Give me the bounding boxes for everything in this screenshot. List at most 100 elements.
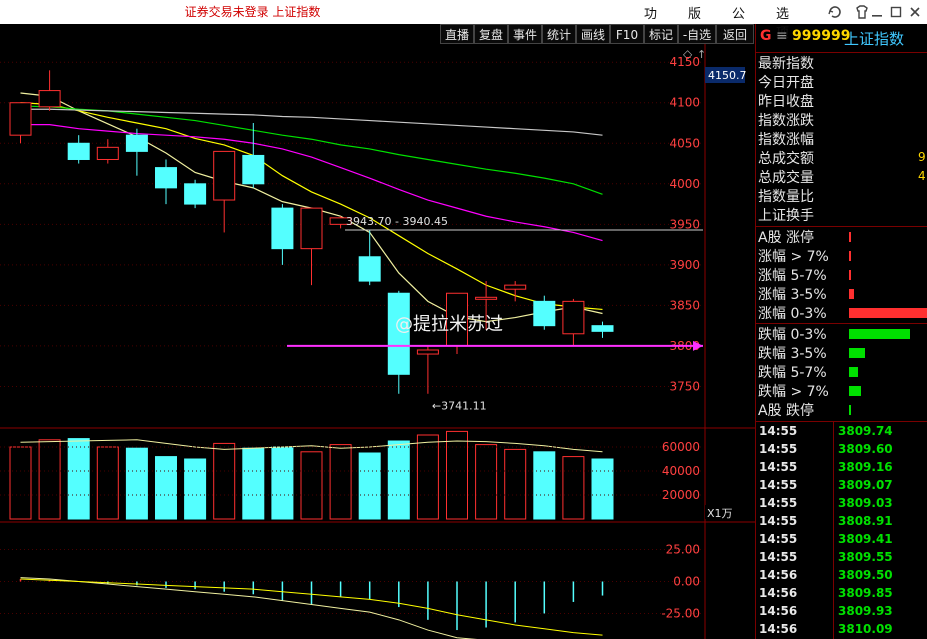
tick-price: 3808.91	[838, 514, 893, 528]
tick-price: 3809.50	[838, 568, 893, 582]
flag-g: G	[760, 28, 772, 44]
label-up-5-7: 涨幅 5-7%	[758, 268, 827, 284]
up-5-7-bar	[849, 270, 851, 280]
tick-time: 14:55	[759, 460, 798, 474]
price-tick-label: 4000	[669, 177, 700, 191]
label-up-gt7: 涨幅 > 7%	[758, 249, 829, 265]
price-tick-label: 4100	[669, 96, 700, 110]
volume-bar	[213, 442, 236, 520]
menu-glyph-icon[interactable]: ≡	[776, 28, 788, 44]
down-5-7-bar	[849, 367, 858, 377]
candle-body	[38, 90, 61, 108]
candle-body	[562, 300, 585, 335]
volume-bar	[591, 458, 614, 520]
limit-down-bar	[849, 405, 851, 415]
toolbar-replay-button[interactable]: 复盘	[474, 24, 508, 44]
volume-bar	[358, 452, 381, 520]
maximize-icon[interactable]	[887, 3, 905, 21]
label-change: 指数涨跌	[758, 113, 814, 129]
up-3-5-bar	[849, 289, 854, 299]
candle-body	[533, 300, 556, 327]
tick-price: 3809.85	[838, 586, 893, 600]
watermark: @提拉米苏过	[395, 314, 503, 335]
limit-up-bar	[849, 232, 851, 242]
volume-bar	[67, 438, 90, 520]
value-amount: 9	[918, 150, 926, 164]
window-title: 证券交易未登录 上证指数	[184, 5, 321, 19]
chart-background	[0, 24, 755, 639]
volume-unit-label: X1万	[707, 507, 733, 520]
toolbar-events-button[interactable]: 事件	[508, 24, 542, 44]
volume-bar	[9, 446, 32, 520]
minimize-icon[interactable]	[868, 3, 886, 21]
tick-time: 14:55	[759, 478, 798, 492]
macd-tick-label: 0.00	[673, 575, 700, 589]
price-tick-label: 3850	[669, 298, 700, 312]
kline-chart[interactable]: ◇ ↑ 3750380038503900395040004050410041504…	[0, 24, 755, 639]
label-open: 今日开盘	[758, 75, 814, 91]
toolbar-live-button[interactable]: 直播	[440, 24, 474, 44]
volume-tick-label: 60000	[662, 440, 700, 454]
divider	[756, 421, 927, 422]
price-tick-label: 4050	[669, 136, 700, 150]
security-name: 上证指数	[844, 30, 905, 48]
value-volume: 4	[918, 169, 926, 183]
label-up-0-3: 涨幅 0-3%	[758, 306, 827, 322]
down-0-3-bar	[849, 329, 910, 339]
tick-price: 3809.74	[838, 424, 893, 438]
security-code: 999999	[792, 28, 851, 44]
tick-time: 14:56	[759, 586, 798, 600]
label-limit-down: A股 跌停	[758, 403, 815, 419]
close-icon[interactable]	[906, 3, 924, 21]
high-annotation: 3943.70 - 3940.45	[346, 215, 448, 228]
volume-bar	[446, 430, 468, 520]
candle-body	[591, 325, 614, 332]
candle-body	[96, 146, 119, 160]
price-tick-label: 4150	[669, 55, 700, 69]
current-price-label: 4150.7	[708, 69, 747, 82]
volume-bar	[329, 444, 352, 520]
candle-body	[184, 183, 207, 205]
volume-tick-label: 20000	[662, 488, 700, 502]
volume-bar	[504, 448, 527, 520]
label-up-3-5: 涨幅 3-5%	[758, 287, 827, 303]
toolbar-draw-button[interactable]: 画线	[576, 24, 610, 44]
tick-time: 14:56	[759, 622, 798, 636]
label-down-5-7: 跌幅 5-7%	[758, 365, 827, 381]
toolbar-remove-watchlist-button[interactable]: -自选	[678, 24, 716, 44]
volume-tick-label: 40000	[662, 464, 700, 478]
tick-time: 14:55	[759, 496, 798, 510]
label-limit-up: A股 涨停	[758, 230, 815, 246]
tick-column-divider	[833, 422, 834, 639]
down-gt7-bar	[849, 386, 861, 396]
tick-price: 3809.93	[838, 604, 893, 618]
toolbar-stats-button[interactable]: 统计	[542, 24, 576, 44]
volume-bar	[562, 456, 585, 520]
volume-bar	[155, 456, 177, 520]
label-volume: 总成交量	[758, 170, 814, 186]
volume-bar	[533, 451, 556, 520]
label-down-gt7: 跌幅 > 7%	[758, 384, 829, 400]
candle-body	[242, 154, 265, 185]
tick-price: 3810.09	[838, 622, 893, 636]
label-volume-ratio: 指数量比	[758, 189, 814, 205]
tick-price: 3809.60	[838, 442, 893, 456]
tick-price: 3809.16	[838, 460, 893, 474]
candle-body	[300, 207, 323, 250]
quote-sidebar: G ≡ 999999 上证指数 最新指数 今日开盘 昨日收盘 指数涨跌 指数涨幅…	[755, 24, 927, 639]
toolbar-back-button[interactable]: 返回	[716, 24, 754, 44]
toolbar-mark-button[interactable]: 标记	[644, 24, 678, 44]
volume-bar	[38, 439, 61, 520]
volume-bar	[300, 451, 323, 520]
tick-time: 14:56	[759, 568, 798, 582]
toolbar-f10-button[interactable]: F10	[610, 24, 644, 44]
label-change-pct: 指数涨幅	[758, 132, 814, 148]
volume-bar	[184, 458, 207, 520]
refresh-icon[interactable]	[826, 3, 844, 21]
tick-time: 14:55	[759, 532, 798, 546]
volume-bar	[475, 444, 498, 520]
candle-body	[358, 256, 381, 282]
candle-body	[155, 167, 177, 189]
tick-time: 14:55	[759, 442, 798, 456]
label-latest: 最新指数	[758, 56, 814, 72]
